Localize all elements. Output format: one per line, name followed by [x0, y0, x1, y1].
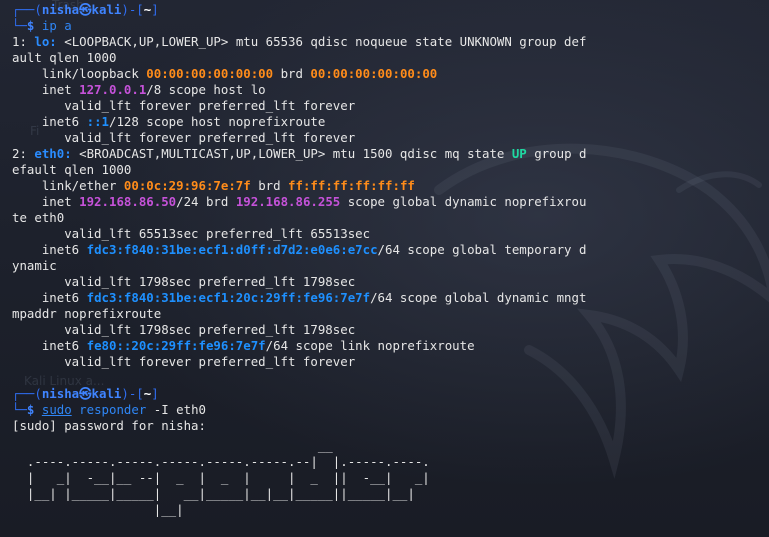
output-line: ault qlen 1000 — [12, 50, 117, 65]
responder-banner-line: |__| |_____|_____| __|_____|__|__|_____|… — [12, 486, 415, 501]
output-line: inet 192.168.86.50/24 brd 192.168.86.255… — [12, 194, 587, 209]
command-line-1: └─$ ip a — [12, 18, 72, 33]
output-line: te eth0 — [12, 210, 65, 225]
prompt-line-1: ┌──(nisha㉿kali)-[~] — [12, 2, 159, 17]
output-line: inet 127.0.0.1/8 scope host lo — [12, 82, 266, 97]
sudo-password-prompt: [sudo] password for nisha: — [12, 418, 206, 433]
output-line: link/loopback 00:00:00:00:00:00 brd 00:0… — [12, 66, 438, 81]
output-line: inet6 fdc3:f840:31be:ecf1:d0ff:d7d2:e0e6… — [12, 242, 587, 257]
command-responder: responder — [79, 402, 147, 417]
terminal-output[interactable]: ┌──(nisha㉿kali)-[~] └─$ ip a 1: lo: <LOO… — [0, 0, 769, 537]
output-line: link/ether 00:0c:29:96:7e:7f brd ff:ff:f… — [12, 178, 415, 193]
responder-banner-line: | _| -__|__ --| _ | _ | | _ || -__| _| — [12, 470, 430, 485]
prompt-line-2: ┌──(nisha㉿kali)-[~] — [12, 386, 159, 401]
command-ip-a: ip a — [41, 18, 72, 33]
command-sudo: sudo — [41, 402, 72, 417]
output-line: valid_lft 1798sec preferred_lft 1798sec — [12, 322, 356, 337]
output-line: inet6 fdc3:f840:31be:ecf1:20c:29ff:fe96:… — [12, 290, 587, 305]
output-line: efault qlen 1000 — [12, 162, 132, 177]
output-line: ynamic — [12, 258, 57, 273]
output-line: 2: eth0: <BROADCAST,MULTICAST,UP,LOWER_U… — [12, 146, 587, 161]
output-line: mpaddr noprefixroute — [12, 306, 162, 321]
output-line: valid_lft 1798sec preferred_lft 1798sec — [12, 274, 356, 289]
responder-banner-line: __ — [12, 438, 333, 453]
output-line: valid_lft forever preferred_lft forever — [12, 98, 356, 113]
command-line-2: └─$ sudo responder -I eth0 — [12, 402, 206, 417]
output-line: inet6 ::1/128 scope host noprefixroute — [12, 114, 326, 129]
output-line: valid_lft forever preferred_lft forever — [12, 130, 356, 145]
output-line: 1: lo: <LOOPBACK,UP,LOWER_UP> mtu 65536 … — [12, 34, 587, 49]
responder-banner-line: |__| — [12, 502, 184, 517]
output-line: valid_lft 65513sec preferred_lft 65513se… — [12, 226, 371, 241]
output-line: valid_lft forever preferred_lft forever — [12, 354, 356, 369]
output-line: inet6 fe80::20c:29ff:fe96:7e7f/64 scope … — [12, 338, 475, 353]
responder-banner-line: .----.-----.-----.-----.-----.-----.--| … — [12, 454, 430, 469]
